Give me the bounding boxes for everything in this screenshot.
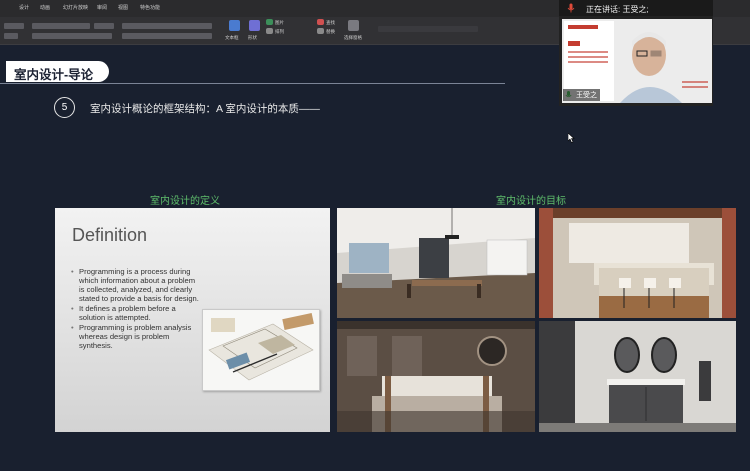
definition-label: 室内设计的定义 <box>150 196 220 207</box>
goals-label: 室内设计的目标 <box>496 196 566 207</box>
arrange-icon[interactable] <box>266 28 273 34</box>
section-button[interactable] <box>4 33 18 39</box>
textbox-icon[interactable] <box>229 20 240 31</box>
bathroom-photo <box>539 321 736 432</box>
bedroom-photo <box>337 321 535 432</box>
definition-bullets: Programming is a process during which in… <box>71 267 201 351</box>
paragraph-buttons[interactable] <box>122 23 212 29</box>
shape-button[interactable]: 形状 <box>248 35 257 41</box>
menu-tab-features[interactable]: 特色功能 <box>140 4 160 11</box>
find-icon[interactable] <box>317 19 324 25</box>
definition-title: Definition <box>72 225 148 245</box>
menu-tab-animation[interactable]: 动画 <box>40 4 50 11</box>
find-button[interactable]: 查找 <box>326 20 335 26</box>
definition-bullet: Programming is problem analysis whereas … <box>71 323 201 350</box>
living-dining-photo <box>337 208 535 318</box>
definition-card: Definition Programming is a process duri… <box>55 208 330 432</box>
replace-icon[interactable] <box>317 28 324 34</box>
blueprint-photo <box>202 309 320 391</box>
arrange-button[interactable]: 排列 <box>275 29 284 35</box>
menu-tab-slideshow[interactable]: 幻灯片放映 <box>63 4 88 11</box>
presentation-slide: 室内设计-导论 5 室内设计概论的框架结构：A 室内设计的本质—— 室内设计的定… <box>0 45 750 471</box>
slide-heading: 室内设计概论的框架结构：A 室内设计的本质—— <box>90 103 320 115</box>
screen: 设计 动画 幻灯片放映 审阅 视图 特色功能 文本框 形状 图片 排列 查找 替… <box>0 0 750 471</box>
reset-button[interactable] <box>4 23 24 29</box>
replace-button[interactable]: 替换 <box>326 29 335 35</box>
kitchen-photo <box>539 208 736 318</box>
font-format-buttons[interactable] <box>32 33 112 39</box>
speaking-indicator-bar: 正在讲话: 王受之; <box>559 0 713 16</box>
font-size-select[interactable] <box>94 23 114 29</box>
selection-pane-button[interactable]: 选择窗格 <box>344 35 362 41</box>
speaker-name-tag: 王受之 <box>563 89 600 101</box>
definition-bullet: Programming is a process during which in… <box>71 267 201 303</box>
menu-tab-review[interactable]: 审阅 <box>97 4 107 11</box>
menu-tab-design[interactable]: 设计 <box>19 4 29 11</box>
ribbon-spacer <box>378 26 478 32</box>
shape-icon[interactable] <box>249 20 260 31</box>
definition-bullet: It defines a problem before a solution i… <box>71 304 201 322</box>
selection-pane-icon[interactable] <box>348 20 359 31</box>
mouse-cursor-icon <box>568 133 575 143</box>
align-buttons[interactable] <box>122 33 212 39</box>
webinar-panel[interactable]: 正在讲话: 王受之; 王受之 <box>559 0 713 106</box>
image-button[interactable]: 图片 <box>275 20 284 26</box>
font-name-select[interactable] <box>32 23 90 29</box>
textbox-button[interactable]: 文本框 <box>225 35 239 41</box>
menu-tab-view[interactable]: 视图 <box>118 4 128 11</box>
microphone-icon <box>567 3 575 13</box>
title-divider <box>0 83 505 84</box>
section-title: 室内设计-导论 <box>14 68 94 82</box>
item-number-badge: 5 <box>54 97 75 118</box>
image-icon[interactable] <box>266 19 273 25</box>
speaking-label: 正在讲话: 王受之; <box>586 5 649 14</box>
